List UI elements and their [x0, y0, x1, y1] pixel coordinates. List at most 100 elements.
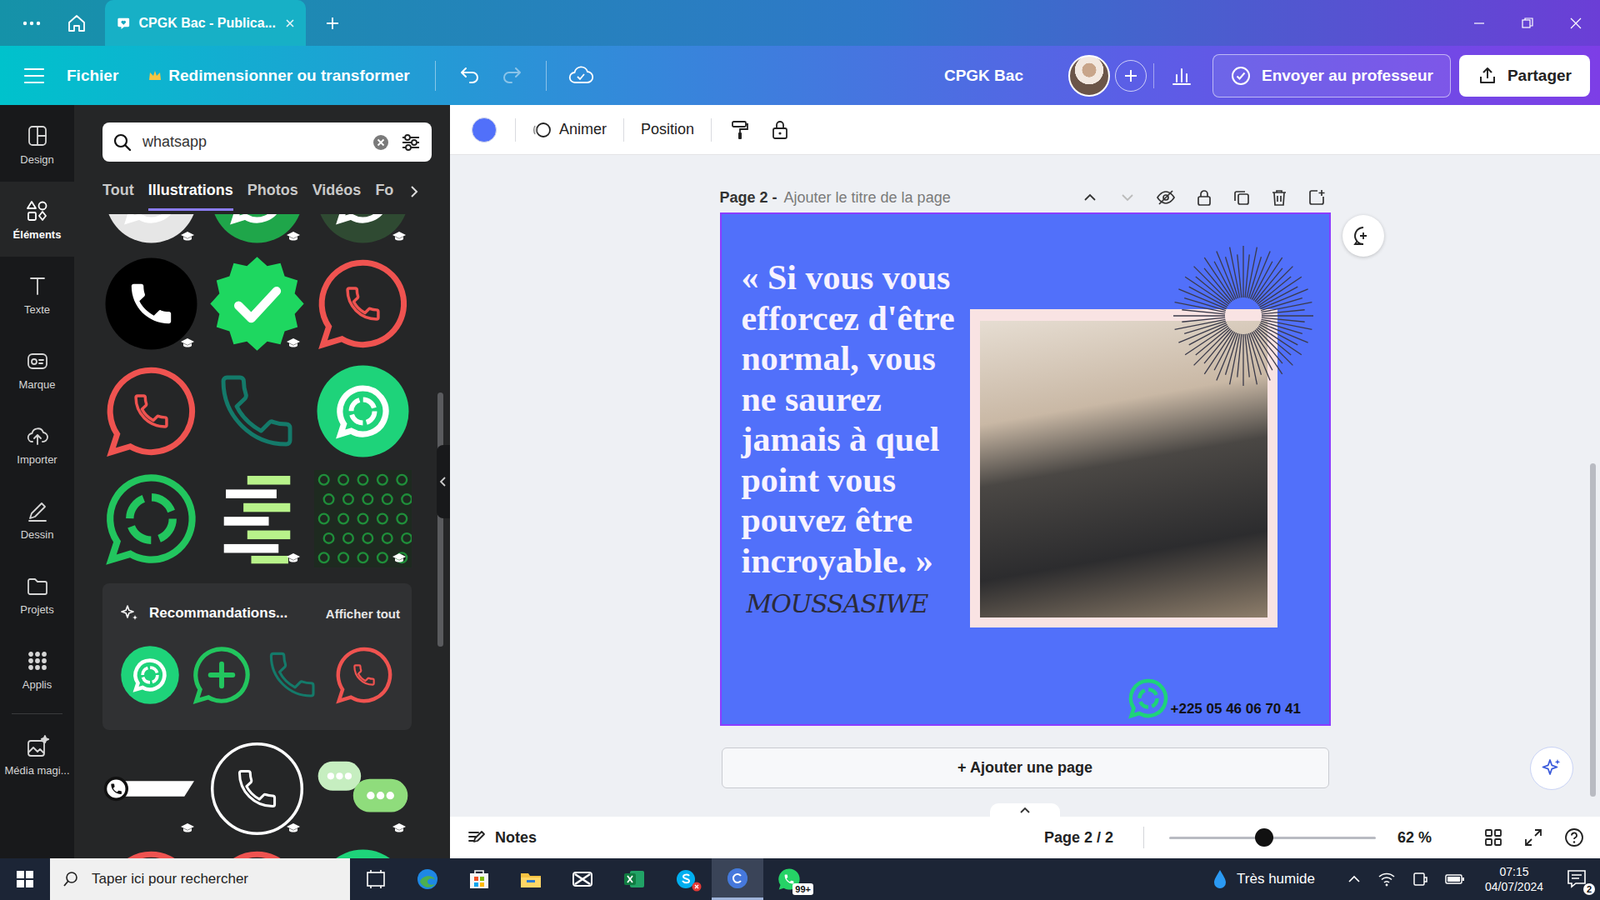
menu-button[interactable] [13, 55, 55, 96]
zoom-slider[interactable] [1169, 836, 1376, 840]
resize-button[interactable]: Redimensionner ou transformer [136, 66, 421, 85]
collapse-panel-button[interactable] [436, 445, 450, 519]
battery-icon[interactable] [1444, 870, 1466, 888]
invite-button[interactable] [1115, 60, 1147, 92]
illustration[interactable] [314, 362, 412, 460]
taskbar-app[interactable] [608, 858, 660, 900]
chevron-right-icon[interactable] [407, 184, 421, 200]
hide-icon[interactable] [1155, 188, 1176, 207]
illustration[interactable] [208, 214, 306, 246]
quote-text[interactable]: « Si vous vousefforcez d'êtrenormal, vou… [741, 257, 955, 581]
lock-icon[interactable] [1195, 188, 1214, 207]
taskbar-app[interactable] [350, 858, 402, 900]
page-strip-toggle[interactable] [990, 803, 1060, 817]
illustration[interactable] [261, 644, 324, 706]
start-button[interactable] [0, 858, 50, 900]
illustration[interactable] [119, 644, 181, 706]
duplicate-icon[interactable] [1232, 188, 1251, 207]
trash-icon[interactable] [1270, 188, 1289, 207]
animate-button[interactable]: Animer [525, 120, 614, 140]
rail-item[interactable]: Texte [0, 256, 75, 332]
redo-button[interactable] [490, 55, 533, 96]
illustration[interactable] [102, 470, 200, 568]
illustration[interactable] [314, 255, 412, 353]
show-all-link[interactable]: Afficher tout [325, 606, 400, 621]
notes-button[interactable]: Notes [466, 828, 537, 847]
filter-tab[interactable]: Tout [102, 172, 135, 211]
notification-center-button[interactable]: 2 [1555, 858, 1600, 900]
share-button[interactable]: Partager [1459, 55, 1590, 97]
rail-item[interactable]: Projets [0, 556, 75, 632]
rail-item[interactable]: Applis [0, 631, 75, 707]
illustration[interactable] [208, 362, 306, 460]
taskbar-app[interactable] [453, 858, 505, 900]
taskbar-app[interactable] [505, 858, 557, 900]
illustration[interactable] [102, 214, 200, 246]
page-counter[interactable]: Page 2 / 2 [1044, 829, 1114, 847]
rail-item[interactable]: Éléments [0, 181, 75, 257]
design-page[interactable]: « Si vous vousefforcez d'êtrenormal, vou… [720, 212, 1331, 726]
phone-number-text[interactable]: +225 05 46 06 70 41 [1170, 700, 1301, 718]
undo-button[interactable] [449, 55, 491, 96]
chevron-up-icon[interactable] [1345, 870, 1363, 888]
illustration[interactable] [333, 644, 395, 706]
zoom-value[interactable]: 62 % [1397, 829, 1432, 847]
add-comment-button[interactable] [1342, 215, 1385, 257]
search-field[interactable]: whatsapp [102, 122, 432, 162]
position-button[interactable]: Position [634, 120, 701, 139]
illustration[interactable] [314, 470, 412, 568]
taskbar-app[interactable] [660, 858, 712, 900]
magic-assistant-button[interactable] [1530, 746, 1574, 790]
add-page-button[interactable]: + Ajouter une page [721, 747, 1330, 789]
taskbar-app[interactable] [711, 858, 764, 900]
network-icon[interactable] [1377, 870, 1396, 888]
grid-view-icon[interactable] [1483, 827, 1504, 848]
filter-tab[interactable]: Fo [375, 172, 394, 211]
clock[interactable]: 07:1504/07/2024 [1485, 864, 1544, 895]
home-button[interactable] [56, 6, 97, 40]
illustration[interactable] [314, 846, 412, 859]
weather-widget[interactable]: Très humide [1211, 868, 1315, 890]
user-avatar[interactable] [1068, 55, 1110, 97]
insights-button[interactable] [1160, 55, 1203, 96]
send-to-teacher-button[interactable]: Envoyer au professeur [1212, 54, 1451, 98]
rail-item[interactable]: Dessin [0, 481, 75, 557]
add-page-icon[interactable] [1307, 188, 1326, 207]
illustration[interactable] [102, 740, 200, 838]
taskbar-app[interactable] [556, 858, 609, 900]
illustration[interactable] [102, 255, 200, 353]
scrollbar[interactable] [1590, 463, 1596, 797]
clear-icon[interactable] [371, 133, 390, 152]
lock-button[interactable] [761, 111, 799, 149]
save-status-button[interactable] [560, 55, 602, 96]
help-icon[interactable] [1563, 826, 1585, 849]
browser-menu-button[interactable] [11, 6, 52, 40]
illustration[interactable] [208, 470, 306, 568]
device-icon[interactable] [1410, 870, 1430, 888]
rail-item[interactable]: Design [0, 106, 75, 182]
illustration[interactable] [314, 214, 412, 246]
minimize-button[interactable] [1455, 0, 1504, 46]
fullscreen-icon[interactable] [1523, 827, 1544, 848]
project-name[interactable]: CPGK Bac [932, 66, 1035, 85]
illustration[interactable] [102, 362, 200, 460]
slider-thumb[interactable] [1255, 828, 1274, 847]
chevron-down-icon[interactable] [1118, 188, 1137, 207]
new-tab-button[interactable] [312, 6, 353, 40]
filter-icon[interactable] [400, 131, 422, 154]
filter-tab[interactable]: Photos [247, 172, 299, 211]
sunburst-icon[interactable] [1172, 245, 1315, 387]
taskbar-app[interactable]: 99+ [763, 858, 815, 900]
taskbar-app[interactable] [401, 858, 454, 900]
close-tab-icon[interactable] [284, 17, 296, 30]
color-swatch[interactable] [471, 117, 497, 143]
browser-tab[interactable]: CPGK Bac - Publica... [105, 0, 306, 46]
illustration[interactable] [208, 740, 306, 838]
signature-text[interactable]: MOUSSASIWE [746, 589, 929, 619]
taskbar-search[interactable]: Taper ici pour rechercher [50, 858, 350, 900]
illustration[interactable] [190, 644, 253, 706]
rail-item[interactable]: Importer [0, 406, 75, 482]
filter-tab[interactable]: Vidéos [312, 172, 362, 211]
illustration[interactable] [102, 846, 200, 859]
close-window-button[interactable] [1551, 0, 1600, 46]
